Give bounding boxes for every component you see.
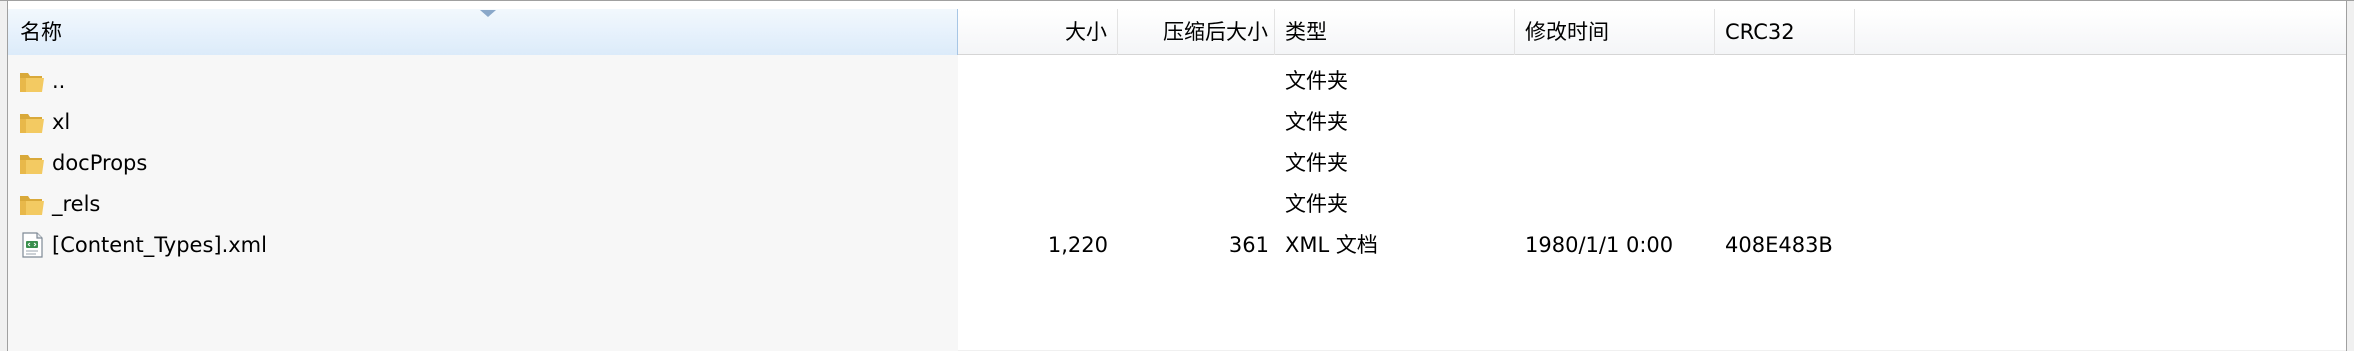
file-packed-size: [1118, 61, 1269, 101]
file-type: 文件夹: [1285, 192, 1348, 216]
folder-icon: [18, 150, 46, 176]
file-size: [958, 61, 1108, 101]
file-packed-size: [1118, 143, 1269, 183]
file-size: [958, 102, 1108, 142]
file-packed-size: [1118, 102, 1269, 142]
file-name: xl: [52, 110, 71, 134]
file-type: XML 文档: [1285, 233, 1378, 257]
sort-arrow-icon: [480, 10, 496, 17]
file-modified: 1980/1/1 0:00: [1525, 233, 1674, 257]
file-size: [958, 143, 1108, 183]
list-item[interactable]: _rels 文件夹: [8, 184, 2346, 224]
file-list-view: 名称 大小 压缩后大小 类型 修改时间 CRC32 .. 文件夹 xl 文件夹 …: [0, 0, 2354, 351]
column-header-type-label: 类型: [1285, 20, 1327, 44]
right-border: [2346, 1, 2354, 351]
left-border: [0, 1, 8, 351]
folder-icon: [18, 68, 46, 94]
xml-file-icon: [18, 232, 46, 258]
file-packed-size: [1118, 184, 1269, 224]
file-crc: 408E483B: [1725, 233, 1833, 257]
folder-icon: [18, 191, 46, 217]
file-type: 文件夹: [1285, 69, 1348, 93]
list-item[interactable]: .. 文件夹: [8, 61, 2346, 101]
file-type: 文件夹: [1285, 151, 1348, 175]
file-packed-size: 361: [1228, 233, 1269, 257]
column-header-modified-label: 修改时间: [1525, 20, 1609, 44]
column-header-bar: 名称 大小 压缩后大小 类型 修改时间 CRC32: [8, 9, 2346, 55]
file-name: [Content_Types].xml: [52, 233, 267, 257]
column-header-size-label: 大小: [1065, 20, 1107, 44]
column-header-size[interactable]: 大小: [958, 9, 1118, 55]
list-item[interactable]: docProps 文件夹: [8, 143, 2346, 183]
column-header-modified[interactable]: 修改时间: [1515, 9, 1715, 55]
file-name: docProps: [52, 151, 148, 175]
column-header-crc[interactable]: CRC32: [1715, 9, 1855, 55]
column-header-name[interactable]: 名称: [8, 9, 958, 55]
file-name: ..: [52, 69, 66, 93]
file-size: 1,220: [1047, 233, 1108, 257]
column-header-crc-label: CRC32: [1725, 20, 1795, 44]
list-item[interactable]: [Content_Types].xml 1,220 361 XML 文档 198…: [8, 225, 2346, 265]
folder-icon: [18, 109, 46, 135]
file-size: [958, 184, 1108, 224]
column-header-packed-size[interactable]: 压缩后大小: [1118, 9, 1275, 55]
column-header-name-label: 名称: [20, 20, 62, 44]
file-type: 文件夹: [1285, 110, 1348, 134]
list-item[interactable]: xl 文件夹: [8, 102, 2346, 142]
file-name: _rels: [52, 192, 101, 216]
column-header-packed-size-label: 压缩后大小: [1163, 20, 1268, 44]
column-header-type[interactable]: 类型: [1275, 9, 1515, 55]
